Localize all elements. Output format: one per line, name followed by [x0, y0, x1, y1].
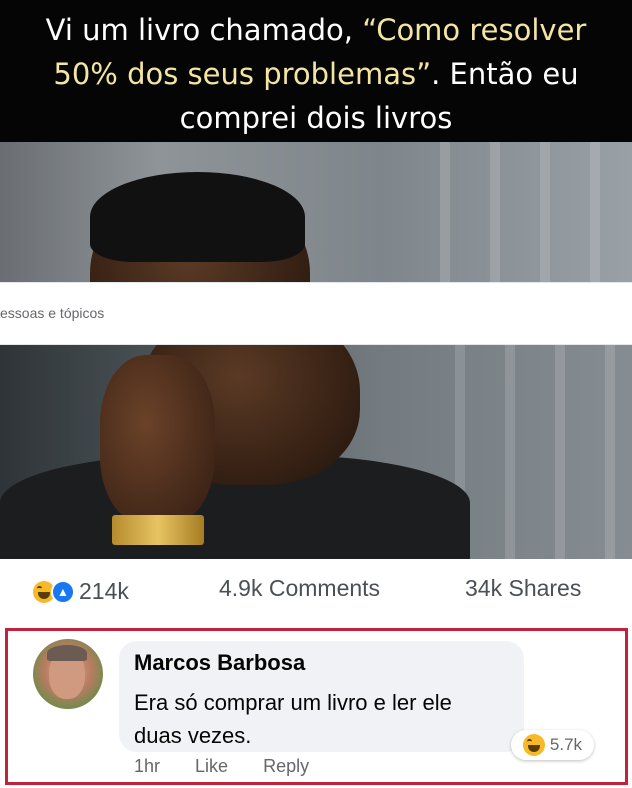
shares-link[interactable]: 34k Shares [465, 575, 581, 602]
caption-line-2: 50% dos seus problemas”. Então eu [53, 57, 579, 91]
comment-author[interactable]: Marcos Barbosa [134, 650, 305, 676]
comment-reaction-count: 5.7k [549, 735, 583, 754]
comment-actions: 1hr Like Reply [134, 756, 339, 777]
caption-line-3: comprei dois livros [179, 101, 453, 135]
comment-time[interactable]: 1hr [134, 756, 160, 776]
reaction-summary[interactable]: ▲ 214k [33, 578, 129, 605]
haha-reaction-icon [522, 734, 545, 756]
meme-photo-top [0, 142, 632, 282]
comment-reaction-badge[interactable]: 5.7k [511, 730, 594, 760]
like-reaction-icon: ▲ [51, 579, 75, 604]
comment-reply-button[interactable]: Reply [263, 756, 309, 776]
search-bar[interactable]: essoas e tópicos [0, 282, 632, 345]
search-placeholder: essoas e tópicos [0, 305, 105, 321]
comment-text: Era só comprar um livro e ler ele duas v… [134, 690, 452, 748]
comment-like-button[interactable]: Like [195, 756, 228, 776]
meme-caption: Vi um livro chamado, “Como resolver 50% … [0, 0, 632, 142]
avatar[interactable] [33, 639, 103, 709]
comments-link[interactable]: 4.9k Comments [219, 575, 380, 602]
meme-photo-bottom [0, 345, 632, 559]
reaction-count: 214k [79, 578, 129, 604]
caption-line-1: Vi um livro chamado, “Como resolver [45, 13, 587, 47]
